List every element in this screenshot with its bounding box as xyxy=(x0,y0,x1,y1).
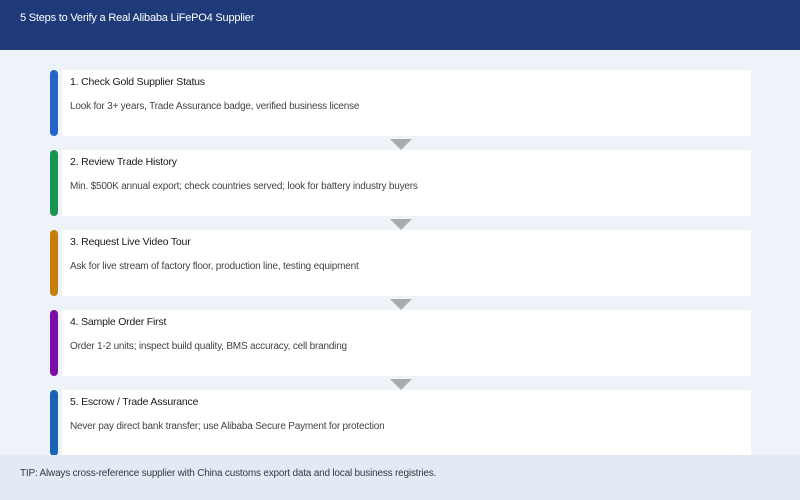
step-card-body: 4. Sample Order First Order 1-2 units; i… xyxy=(62,310,751,376)
step-description: Never pay direct bank transfer; use Alib… xyxy=(70,421,385,432)
step-accent-bar xyxy=(50,390,58,456)
step-card-body: 5. Escrow / Trade Assurance Never pay di… xyxy=(62,390,751,456)
step-title: 4. Sample Order First xyxy=(70,316,167,328)
step-description: Look for 3+ years, Trade Assurance badge… xyxy=(70,101,360,112)
step-title: 1. Check Gold Supplier Status xyxy=(70,76,205,88)
step-card-4: 4. Sample Order First Order 1-2 units; i… xyxy=(50,310,751,376)
step-card-body: 2. Review Trade History Min. $500K annua… xyxy=(62,150,751,216)
step-description: Ask for live stream of factory floor, pr… xyxy=(70,261,359,272)
step-accent-bar xyxy=(50,150,58,216)
step-title: 2. Review Trade History xyxy=(70,156,177,168)
tip-banner: TIP: Always cross-reference supplier wit… xyxy=(0,455,800,500)
down-arrow-icon xyxy=(390,379,412,390)
down-arrow-icon xyxy=(390,139,412,150)
step-card-2: 2. Review Trade History Min. $500K annua… xyxy=(50,150,751,216)
step-accent-bar xyxy=(50,230,58,296)
step-accent-bar xyxy=(50,310,58,376)
down-arrow-icon xyxy=(390,219,412,230)
step-card-3: 3. Request Live Video Tour Ask for live … xyxy=(50,230,751,296)
step-description: Min. $500K annual export; check countrie… xyxy=(70,181,418,192)
step-title: 3. Request Live Video Tour xyxy=(70,236,191,248)
down-arrow-icon xyxy=(390,299,412,310)
step-accent-bar xyxy=(50,70,58,136)
header-banner: 5 Steps to Verify a Real Alibaba LiFePO4… xyxy=(0,0,800,50)
step-description: Order 1-2 units; inspect build quality, … xyxy=(70,341,347,352)
page-title: 5 Steps to Verify a Real Alibaba LiFePO4… xyxy=(20,12,255,24)
step-title: 5. Escrow / Trade Assurance xyxy=(70,396,199,408)
steps-flow: 1. Check Gold Supplier Status Look for 3… xyxy=(0,50,800,456)
step-card-body: 1. Check Gold Supplier Status Look for 3… xyxy=(62,70,751,136)
step-card-5: 5. Escrow / Trade Assurance Never pay di… xyxy=(50,390,751,456)
step-card-body: 3. Request Live Video Tour Ask for live … xyxy=(62,230,751,296)
tip-text: TIP: Always cross-reference supplier wit… xyxy=(20,468,437,479)
step-card-1: 1. Check Gold Supplier Status Look for 3… xyxy=(50,70,751,136)
